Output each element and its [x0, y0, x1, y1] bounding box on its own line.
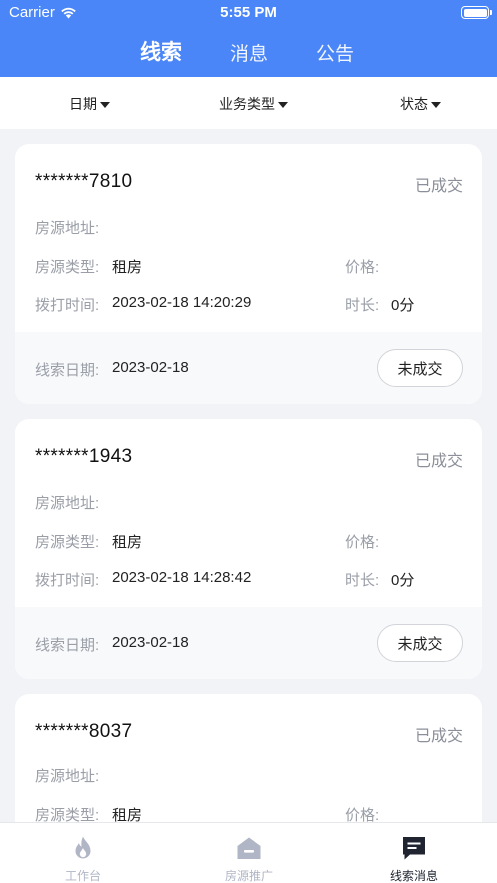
- lead-card[interactable]: *******7810 已成交 房源地址: 房源类型: 租房 价格: 拨打时间:…: [15, 144, 482, 404]
- lead-phone: *******8037: [35, 721, 133, 742]
- call-time-label: 拨打时间:: [35, 297, 100, 314]
- type-value: 租房: [112, 534, 143, 551]
- tab-listing-promotion-label: 房源推广: [224, 869, 273, 883]
- tab-lead-messages[interactable]: 线索消息: [331, 823, 497, 883]
- lead-card[interactable]: *******1943 已成交 房源地址: 房源类型: 租房 价格: 拨打时间:…: [15, 419, 482, 679]
- card-footer: 线索日期: 2023-02-18 未成交: [15, 332, 482, 404]
- lead-date-value: 2023-02-18: [112, 359, 189, 376]
- call-time-label: 拨打时间:: [35, 572, 100, 589]
- tab-lead-messages-label: 线索消息: [389, 869, 438, 883]
- call-time-value: 2023-02-18 14:20:29: [112, 294, 252, 311]
- status-bar: Carrier 5:55 PM: [0, 0, 497, 26]
- tab-workbench[interactable]: 工作台: [0, 823, 166, 883]
- filter-business-type-label: 业务类型: [219, 96, 275, 112]
- address-label: 房源地址:: [35, 220, 100, 237]
- lead-date-label: 线索日期:: [35, 362, 100, 379]
- price-label: 价格:: [345, 534, 380, 551]
- type-label: 房源类型:: [35, 534, 100, 551]
- duration-label: 时长:: [345, 572, 380, 589]
- lead-status: 已成交: [414, 453, 463, 470]
- lead-status: 已成交: [414, 728, 463, 745]
- tab-listing-promotion[interactable]: 房源推广: [166, 823, 332, 883]
- card-footer: 线索日期: 2023-02-18 未成交: [15, 607, 482, 679]
- address-label: 房源地址:: [35, 768, 100, 785]
- lead-phone: *******7810: [35, 171, 133, 192]
- tab-leads[interactable]: 线索: [140, 36, 182, 66]
- tab-workbench-label: 工作台: [64, 869, 101, 883]
- filter-business-type[interactable]: 业务类型: [219, 94, 288, 114]
- caret-down-icon: [100, 101, 110, 108]
- battery-icon: [461, 6, 492, 19]
- app-header: Carrier 5:55 PM 线索 消息 公告: [0, 0, 497, 77]
- price-label: 价格:: [345, 259, 380, 276]
- not-closed-button[interactable]: 未成交: [377, 349, 463, 387]
- filter-bar: 日期 业务类型 状态: [0, 77, 497, 129]
- house-icon: [237, 837, 261, 859]
- lead-status: 已成交: [414, 178, 463, 195]
- lead-date-value: 2023-02-18: [112, 634, 189, 651]
- top-tabs: 线索 消息 公告: [0, 36, 497, 68]
- status-time: 5:55 PM: [220, 4, 277, 21]
- duration-value: 0分: [391, 297, 415, 314]
- filter-date-label: 日期: [69, 96, 97, 112]
- filter-status-label: 状态: [400, 96, 428, 112]
- caret-down-icon: [278, 101, 288, 108]
- filter-status[interactable]: 状态: [400, 94, 441, 114]
- lead-date-label: 线索日期:: [35, 637, 100, 654]
- lead-phone: *******1943: [35, 446, 133, 467]
- address-label: 房源地址:: [35, 495, 100, 512]
- bottom-tab-bar: 工作台 房源推广 线索消息: [0, 822, 497, 883]
- duration-value: 0分: [391, 572, 415, 589]
- message-icon: [403, 837, 425, 860]
- type-value: 租房: [112, 259, 143, 276]
- filter-date[interactable]: 日期: [69, 94, 110, 114]
- call-time-value: 2023-02-18 14:28:42: [112, 569, 252, 586]
- tab-messages[interactable]: 消息: [230, 39, 268, 66]
- not-closed-button[interactable]: 未成交: [377, 624, 463, 662]
- duration-label: 时长:: [345, 297, 380, 314]
- tab-announcements[interactable]: 公告: [316, 39, 354, 66]
- type-label: 房源类型:: [35, 259, 100, 276]
- caret-down-icon: [431, 101, 441, 108]
- lead-card[interactable]: *******8037 已成交 房源地址: 房源类型: 租房 价格:: [15, 694, 482, 834]
- flame-icon: [75, 836, 91, 859]
